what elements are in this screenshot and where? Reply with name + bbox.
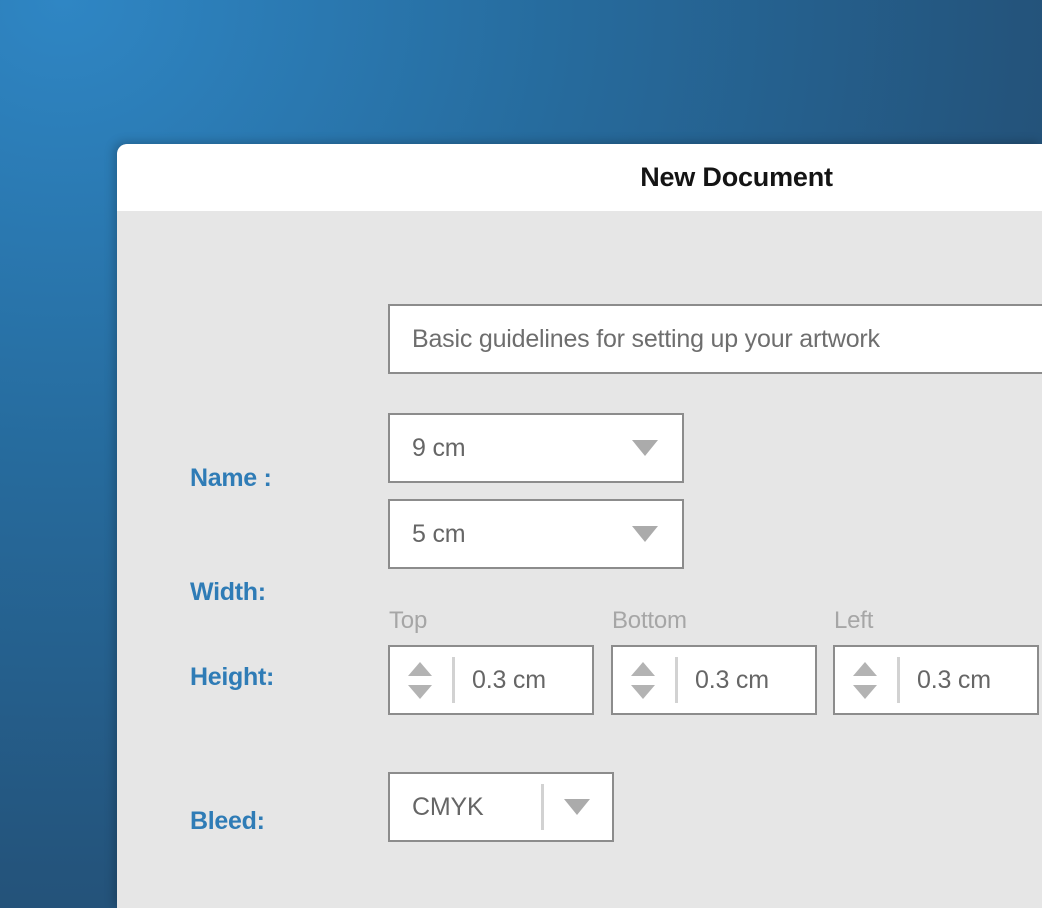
color-mode-select[interactable]: CMYK [388, 772, 614, 842]
stepper-divider [897, 657, 900, 703]
select-divider [541, 784, 544, 830]
bleed-left-stepper[interactable]: 0.3 cm [833, 645, 1039, 715]
dialog-titlebar: New Document [117, 144, 1042, 211]
name-input-value: Basic guidelines for setting up your art… [412, 325, 880, 353]
dialog-title: New Document [640, 162, 833, 192]
bleed-bottom-caption: Bottom [612, 607, 687, 634]
chevron-down-icon[interactable] [632, 526, 658, 542]
bleed-top-stepper[interactable]: 0.3 cm [388, 645, 594, 715]
stepper-divider [452, 657, 455, 703]
bleed-bottom-stepper[interactable]: 0.3 cm [611, 645, 817, 715]
bleed-left-value: 0.3 cm [917, 666, 991, 694]
name-label: Name : [190, 464, 272, 492]
stepper-divider [675, 657, 678, 703]
bleed-label: Bleed: [190, 807, 265, 835]
triangle-down-icon[interactable] [853, 685, 877, 699]
triangle-down-icon[interactable] [408, 685, 432, 699]
triangle-down-icon[interactable] [631, 685, 655, 699]
width-label: Width: [190, 578, 266, 606]
height-value: 5 cm [412, 520, 466, 548]
triangle-up-icon[interactable] [853, 662, 877, 676]
triangle-up-icon[interactable] [631, 662, 655, 676]
height-select[interactable]: 5 cm [388, 499, 684, 569]
triangle-up-icon[interactable] [408, 662, 432, 676]
new-document-dialog: New Document Name : Basic guidelines for… [117, 144, 1042, 908]
color-mode-value: CMYK [412, 793, 484, 821]
bleed-left-caption: Left [834, 607, 874, 634]
bleed-bottom-value: 0.3 cm [695, 666, 769, 694]
width-select[interactable]: 9 cm [388, 413, 684, 483]
height-label: Height: [190, 663, 274, 691]
name-input[interactable]: Basic guidelines for setting up your art… [388, 304, 1042, 374]
bleed-top-caption: Top [389, 607, 428, 634]
chevron-down-icon[interactable] [632, 440, 658, 456]
width-value: 9 cm [412, 434, 466, 462]
bleed-top-value: 0.3 cm [472, 666, 546, 694]
chevron-down-icon[interactable] [564, 799, 590, 815]
